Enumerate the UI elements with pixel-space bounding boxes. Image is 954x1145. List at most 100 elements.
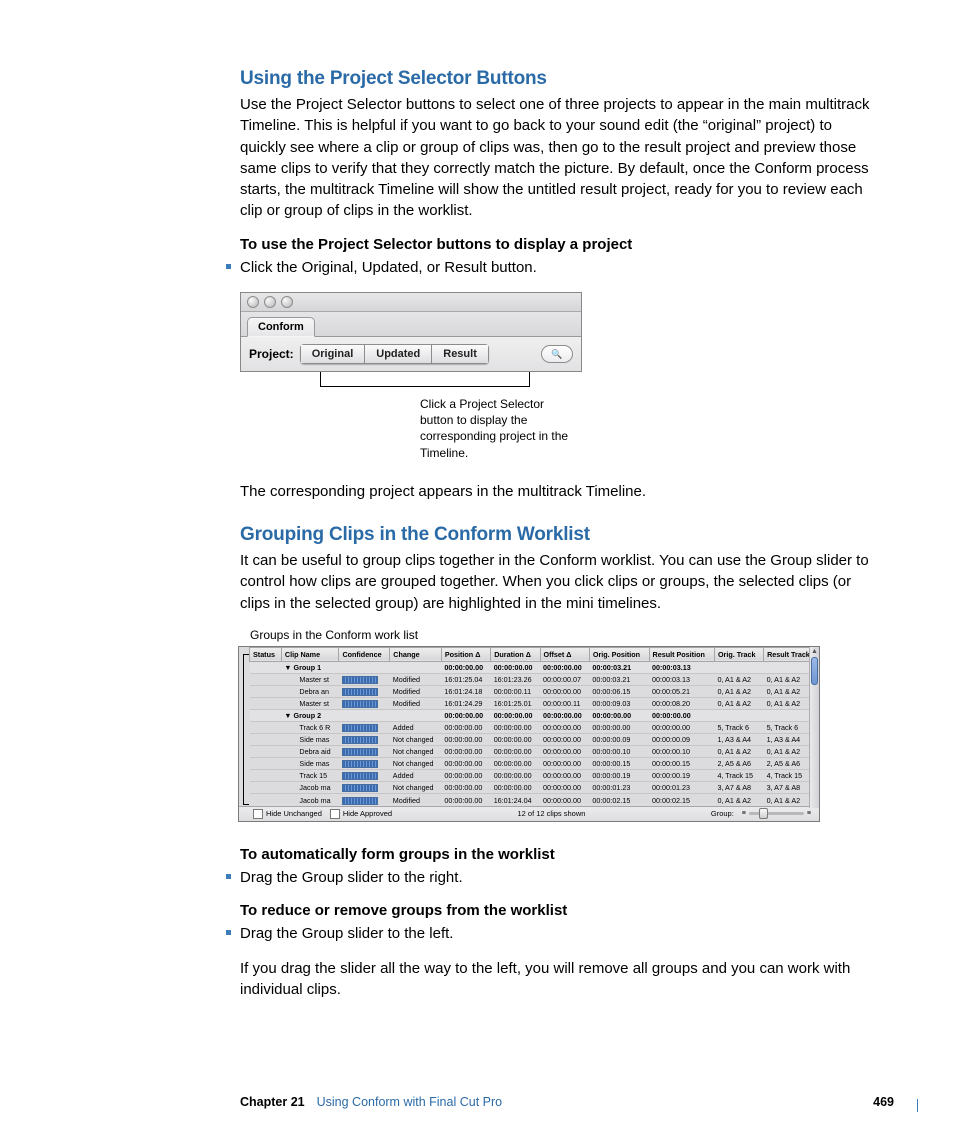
section2-heading: Grouping Clips in the Conform Worklist [240, 524, 879, 546]
search-field[interactable]: 🔍 [541, 345, 573, 363]
project-selector-window: Conform Project: Original Updated Result… [240, 292, 582, 372]
scroll-up-icon[interactable]: ▲ [810, 647, 819, 656]
column-header[interactable]: Orig. Track [714, 647, 763, 661]
table-row[interactable]: Debra anModified16:01:24.1800:00:00.1100… [250, 685, 819, 697]
cell: 00:00:09.03 [589, 697, 649, 709]
result-button[interactable]: Result [432, 344, 489, 364]
cell [250, 746, 282, 758]
group-row[interactable]: ▼ Group 100:00:00.0000:00:00.0000:00:00.… [250, 661, 819, 673]
worklist-footer: Hide Unchanged Hide Approved 12 of 12 cl… [239, 806, 819, 821]
slider-max-icon: ≡ [807, 810, 811, 817]
cell: 00:00:00.00 [441, 746, 490, 758]
cell: Debra an [281, 685, 339, 697]
section2-sub2: To reduce or remove groups from the work… [240, 902, 879, 919]
worklist-figure: Groups in the Conform work list ▲ Status… [238, 628, 879, 822]
column-header[interactable]: Change [390, 647, 442, 661]
original-button[interactable]: Original [300, 344, 366, 364]
column-header[interactable]: Position Δ [441, 647, 490, 661]
column-header[interactable]: Result Position [649, 647, 714, 661]
cell [390, 709, 442, 721]
column-header[interactable]: Duration Δ [491, 647, 540, 661]
hide-approved-checkbox[interactable]: Hide Approved [330, 809, 392, 819]
bullet-text: Drag the Group slider to the left. [240, 925, 453, 942]
table-row[interactable]: Jacob maNot changed00:00:00.0000:00:00.0… [250, 782, 819, 794]
zoom-icon[interactable] [281, 296, 293, 308]
cell: 00:00:00.19 [649, 770, 714, 782]
table-row[interactable]: Debra aidNot changed00:00:00.0000:00:00.… [250, 746, 819, 758]
bullet-icon [226, 874, 231, 879]
hide-unchanged-checkbox[interactable]: Hide Unchanged [253, 809, 322, 819]
updated-button[interactable]: Updated [365, 344, 432, 364]
cell [714, 661, 763, 673]
cell: 00:00:00.00 [491, 758, 540, 770]
cell: 00:00:01.23 [589, 782, 649, 794]
cell: 00:00:00.00 [491, 709, 540, 721]
close-icon[interactable] [247, 296, 259, 308]
cell: 00:00:00.00 [540, 661, 589, 673]
cell: Modified [390, 673, 442, 685]
cell: 0, A1 & A2 [714, 746, 763, 758]
confidence-bar [342, 724, 378, 732]
cell: 1, A3 & A4 [714, 733, 763, 745]
cell: 00:00:00.00 [491, 770, 540, 782]
cell [714, 709, 763, 721]
column-header[interactable]: Confidence [339, 647, 390, 661]
confidence-bar [342, 760, 378, 768]
cell: 00:00:02.15 [589, 794, 649, 806]
cell [339, 709, 390, 721]
group-slider[interactable]: ≡ ≡ [742, 810, 811, 817]
table-row[interactable]: Side masNot changed00:00:00.0000:00:00.0… [250, 758, 819, 770]
cell: 00:00:00.00 [540, 746, 589, 758]
column-header[interactable]: Offset Δ [540, 647, 589, 661]
cell [250, 685, 282, 697]
callout-bracket-icon [243, 654, 249, 805]
column-header[interactable]: Status [250, 647, 282, 661]
cell: 00:00:03.21 [589, 661, 649, 673]
column-header[interactable]: Orig. Position [589, 647, 649, 661]
tab-conform[interactable]: Conform [247, 317, 315, 337]
table-row[interactable]: Master stModified16:01:24.2916:01:25.010… [250, 697, 819, 709]
cell: Side mas [281, 733, 339, 745]
confidence-bar [342, 772, 378, 780]
cell: 00:00:00.00 [491, 733, 540, 745]
group-row[interactable]: ▼ Group 200:00:00.0000:00:00.0000:00:00.… [250, 709, 819, 721]
group-label: Group: [711, 809, 734, 818]
cell: 00:00:03.21 [589, 673, 649, 685]
worklist-callout: Groups in the Conform work list [250, 628, 879, 644]
table-row[interactable]: Master stModified16:01:25.0416:01:23.260… [250, 673, 819, 685]
table-row[interactable]: Track 6 RAdded00:00:00.0000:00:00.0000:0… [250, 721, 819, 733]
cell: 2, A5 & A6 [714, 758, 763, 770]
minimize-icon[interactable] [264, 296, 276, 308]
table-row[interactable]: Jacob maModified00:00:00.0016:01:24.0400… [250, 794, 819, 806]
cell: Jacob ma [281, 794, 339, 806]
scrollbar[interactable]: ▲ [809, 647, 819, 808]
cell: 00:00:00.00 [540, 770, 589, 782]
cell: 00:00:08.20 [649, 697, 714, 709]
table-row[interactable]: Track 15Added00:00:00.0000:00:00.0000:00… [250, 770, 819, 782]
cell: 00:00:00.00 [540, 794, 589, 806]
cell: 00:00:00.00 [441, 758, 490, 770]
cell: 00:00:00.00 [441, 733, 490, 745]
cell: 4, Track 15 [714, 770, 763, 782]
column-header[interactable]: Clip Name [281, 647, 339, 661]
callout-bracket [240, 372, 580, 394]
chapter-number: Chapter 21 [240, 1095, 305, 1109]
cell: 00:00:00.00 [491, 746, 540, 758]
cell: 00:00:00.15 [589, 758, 649, 770]
cell [250, 661, 282, 673]
bullet-icon [226, 930, 231, 935]
section2-sub1: To automatically form groups in the work… [240, 846, 879, 863]
cell: Jacob ma [281, 782, 339, 794]
table-row[interactable]: Side masNot changed00:00:00.0000:00:00.0… [250, 733, 819, 745]
cell: Track 15 [281, 770, 339, 782]
table-header-row: StatusClip NameConfidenceChangePosition … [250, 647, 819, 661]
cell: Modified [390, 794, 442, 806]
cell [250, 782, 282, 794]
cell: 16:01:24.18 [441, 685, 490, 697]
scroll-thumb[interactable] [811, 657, 818, 685]
cell [339, 746, 390, 758]
cell: 00:00:02.15 [649, 794, 714, 806]
section1-heading: Using the Project Selector Buttons [240, 68, 879, 90]
cell: 00:00:05.21 [649, 685, 714, 697]
cell: 00:00:03.13 [649, 673, 714, 685]
